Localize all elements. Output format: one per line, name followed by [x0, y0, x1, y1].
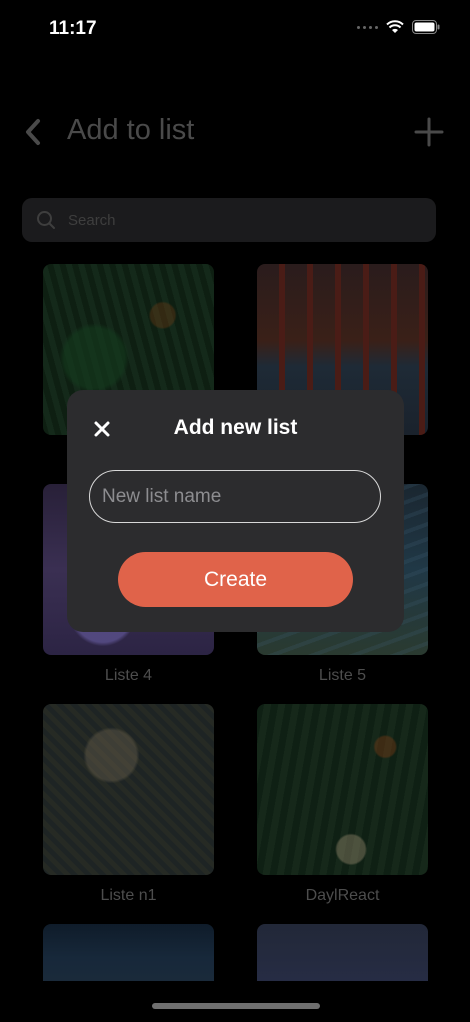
status-time: 11:17	[49, 18, 97, 39]
list-label: Liste n1	[100, 887, 157, 904]
create-button[interactable]: Create	[118, 552, 353, 607]
status-icons	[357, 20, 440, 34]
battery-icon	[412, 20, 440, 34]
page-title: Add to list	[67, 114, 195, 146]
list-label: Liste 5	[318, 667, 367, 684]
wifi-icon	[386, 20, 404, 33]
search-icon	[37, 211, 55, 229]
list-tile[interactable]	[257, 924, 428, 981]
list-tile[interactable]	[43, 924, 214, 981]
add-list-plus-icon[interactable]	[414, 117, 444, 147]
list-tile[interactable]	[257, 704, 428, 875]
signal-icon	[357, 25, 378, 29]
modal-title: Add new list	[173, 416, 298, 439]
new-list-name-input[interactable]	[89, 470, 381, 523]
list-tile[interactable]	[43, 704, 214, 875]
search-bar[interactable]	[22, 198, 436, 242]
home-indicator	[152, 1003, 320, 1009]
back-chevron-icon[interactable]	[22, 118, 46, 146]
list-label: Liste 4	[104, 667, 153, 684]
add-list-modal: Add new list Create	[67, 390, 404, 632]
search-input[interactable]	[66, 210, 390, 230]
list-label: DaylReact	[305, 887, 380, 904]
